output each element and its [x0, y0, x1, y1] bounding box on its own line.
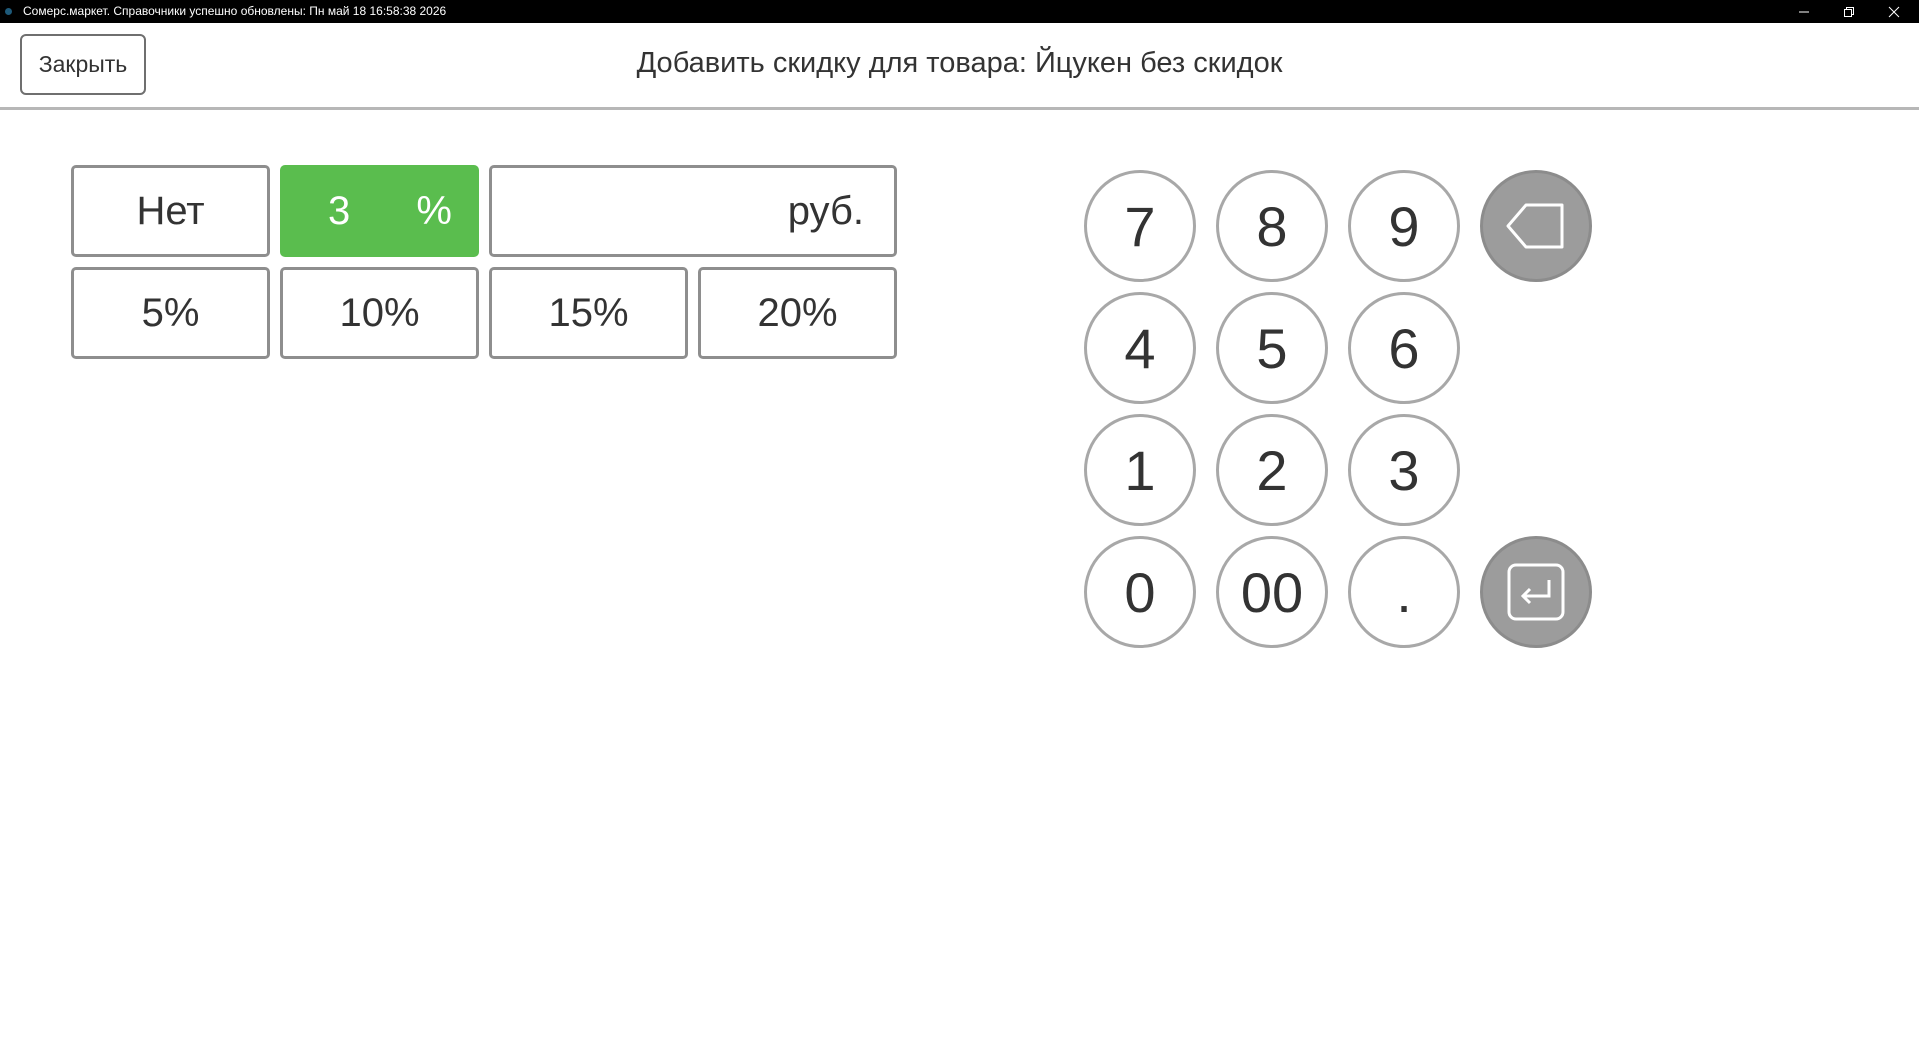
key-3[interactable]: 3: [1348, 414, 1460, 526]
enter-icon: [1507, 563, 1565, 621]
percent-discount-field[interactable]: 3 %: [280, 165, 479, 257]
window-titlebar: Сомерс.маркет. Справочники успешно обнов…: [0, 0, 1919, 23]
key-2[interactable]: 2: [1216, 414, 1328, 526]
no-discount-button[interactable]: Нет: [71, 165, 270, 257]
window-title: Сомерс.маркет. Справочники успешно обнов…: [23, 4, 447, 18]
key-6[interactable]: 6: [1348, 292, 1460, 404]
preset-5-button[interactable]: 5%: [71, 267, 270, 359]
preset-15-button[interactable]: 15%: [489, 267, 688, 359]
key-dot[interactable]: .: [1348, 536, 1460, 648]
window-close-button[interactable]: [1871, 0, 1917, 23]
key-8[interactable]: 8: [1216, 170, 1328, 282]
close-icon: [1888, 6, 1900, 17]
rub-unit: руб.: [787, 188, 864, 233]
key-00[interactable]: 00: [1216, 536, 1328, 648]
percent-sign: %: [416, 188, 452, 233]
backspace-icon: [1506, 203, 1564, 249]
key-0[interactable]: 0: [1084, 536, 1196, 648]
minimize-icon: [1799, 11, 1809, 12]
key-4[interactable]: 4: [1084, 292, 1196, 404]
key-5[interactable]: 5: [1216, 292, 1328, 404]
restore-icon: [1844, 6, 1854, 17]
key-9[interactable]: 9: [1348, 170, 1460, 282]
preset-10-button[interactable]: 10%: [280, 267, 479, 359]
page-title: Добавить скидку для товара: Йцукен без с…: [636, 47, 1283, 79]
key-1[interactable]: 1: [1084, 414, 1196, 526]
key-7[interactable]: 7: [1084, 170, 1196, 282]
preset-20-button[interactable]: 20%: [698, 267, 897, 359]
restore-button[interactable]: [1826, 0, 1872, 23]
header-bar: Закрыть Добавить скидку для товара: Йцук…: [0, 23, 1919, 110]
enter-button[interactable]: [1480, 536, 1592, 648]
rub-discount-field[interactable]: руб.: [489, 165, 897, 257]
backspace-button[interactable]: [1480, 170, 1592, 282]
app-icon: [5, 8, 12, 15]
minimize-button[interactable]: [1781, 0, 1827, 23]
percent-value: 3: [328, 188, 351, 233]
